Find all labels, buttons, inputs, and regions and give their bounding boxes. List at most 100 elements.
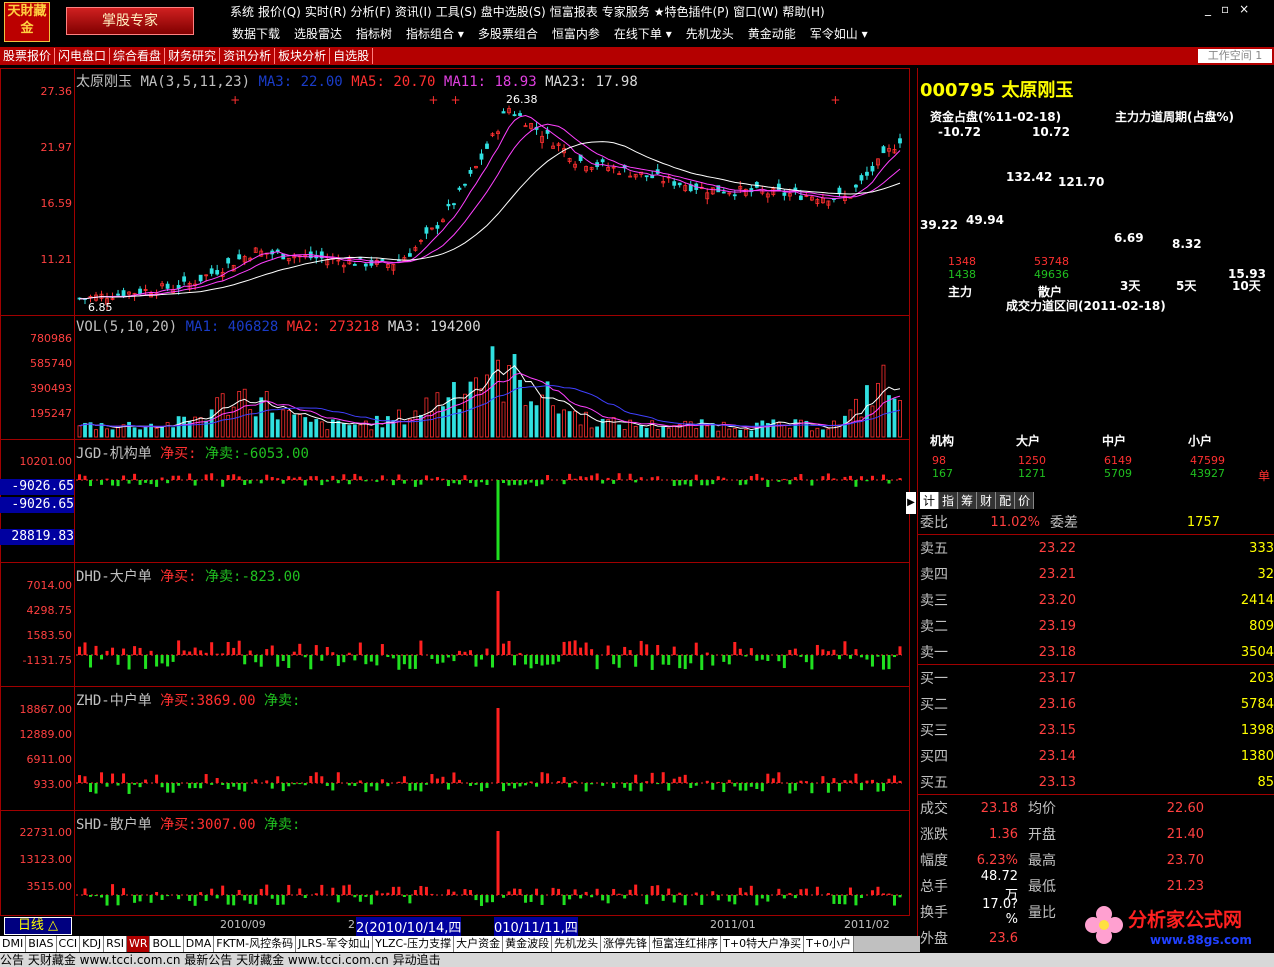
flow-bar bbox=[204, 652, 208, 655]
buy-price: 23.15 bbox=[1038, 722, 1076, 738]
quote-tab[interactable]: 指 bbox=[939, 492, 959, 509]
quote-tab[interactable]: 财 bbox=[977, 492, 997, 509]
nav-tab[interactable]: 财务研究 bbox=[165, 48, 221, 64]
indicator-tab[interactable]: YLZC-压力支撑 bbox=[373, 936, 455, 952]
menu-item[interactable]: 实时(R) bbox=[305, 3, 347, 19]
indicator-tab[interactable]: WR bbox=[126, 936, 151, 952]
buy-volume: 1380 bbox=[1240, 748, 1274, 764]
quote-tab[interactable]: 筹 bbox=[958, 492, 978, 509]
menu-item[interactable]: 报价(Q) bbox=[258, 3, 301, 19]
toolbar-button[interactable]: 恒富内参 bbox=[552, 25, 600, 42]
flow-bar bbox=[166, 480, 170, 484]
nav-tab[interactable]: 板块分析 bbox=[275, 48, 331, 64]
volume-bar bbox=[644, 428, 649, 438]
period-button[interactable]: 日线 △ bbox=[4, 917, 72, 935]
menu-item[interactable]: 专家服务 bbox=[602, 3, 650, 19]
expert-title-button[interactable]: 掌股专家 bbox=[66, 7, 194, 35]
indicator-tab[interactable]: FKTM-风控条码 bbox=[214, 936, 297, 952]
restore-button[interactable]: ▫ bbox=[1221, 2, 1229, 16]
toolbar-button[interactable]: 在线下单 ▾ bbox=[614, 25, 672, 42]
quote-tab[interactable]: 价 bbox=[1015, 492, 1035, 509]
menu-item[interactable]: 帮助(H) bbox=[782, 3, 824, 19]
indicator-tab[interactable]: DMA bbox=[183, 936, 215, 952]
menu-item[interactable]: 盘中选股(S) bbox=[481, 3, 546, 19]
menu-item[interactable]: 资讯(I) bbox=[395, 3, 432, 19]
flow-bar bbox=[94, 895, 98, 897]
flow-bar bbox=[94, 645, 98, 655]
flow-bar bbox=[568, 783, 572, 788]
workspace-selector[interactable]: 工作空间 1 bbox=[1198, 49, 1272, 63]
flow-bar bbox=[259, 888, 263, 895]
nav-tab[interactable]: 自选股 bbox=[330, 48, 374, 64]
flow-bar bbox=[562, 895, 566, 906]
sell-row: 卖一 23.18 3504 bbox=[920, 639, 1274, 665]
toolbar-button[interactable]: 指标组合 ▾ bbox=[406, 25, 464, 42]
minimize-button[interactable]: _ bbox=[1205, 2, 1211, 16]
flow-bar bbox=[865, 655, 869, 660]
indicator-tab[interactable]: T+0特大户净买 bbox=[721, 936, 805, 952]
menu-item[interactable]: 分析(F) bbox=[351, 3, 391, 19]
flow-bar bbox=[452, 772, 456, 783]
toolbar-button[interactable]: 选股雷达 bbox=[294, 25, 342, 42]
flow-bar bbox=[287, 783, 291, 787]
flow-bar bbox=[848, 475, 852, 480]
flow-bar bbox=[557, 888, 561, 895]
volume-bar bbox=[270, 412, 275, 438]
flow-bar bbox=[887, 480, 891, 484]
indicator-tab[interactable]: 恒富连红排序 bbox=[650, 936, 722, 952]
nav-tab[interactable]: 综合看盘 bbox=[110, 48, 166, 64]
volume-bar bbox=[297, 414, 302, 438]
indicator-tab[interactable]: DMI bbox=[0, 936, 27, 952]
toolbar-button[interactable]: 多股票组合 bbox=[478, 25, 538, 42]
indicator-tab[interactable]: 涨停先锋 bbox=[601, 936, 651, 952]
nav-tab[interactable]: 闪电盘口 bbox=[55, 48, 111, 64]
flow-bar bbox=[391, 886, 395, 895]
menu-item[interactable]: 窗口(W) bbox=[733, 3, 778, 19]
quote-tab[interactable]: 计 bbox=[920, 492, 940, 509]
volume-bar bbox=[540, 394, 544, 438]
y-tick: 780986 bbox=[30, 332, 72, 345]
flow-bar bbox=[540, 772, 544, 783]
indicator-tab[interactable]: 大户资金 bbox=[454, 936, 504, 952]
indicator-tab[interactable]: T+0小户 bbox=[804, 936, 855, 952]
toolbar-button[interactable]: 数据下载 bbox=[232, 25, 280, 42]
menu-item[interactable]: 系统 bbox=[230, 3, 254, 19]
collapse-arrow-icon[interactable]: ▶ bbox=[906, 492, 916, 514]
dhd-title: DHD-大户单 净买: 净卖:-823.00 bbox=[76, 569, 301, 585]
indicator-tab[interactable]: RSI bbox=[104, 936, 127, 952]
flow-bar bbox=[595, 888, 599, 895]
menu-item[interactable]: 工具(S) bbox=[436, 3, 477, 19]
toolbar-button[interactable]: 指标树 bbox=[356, 25, 392, 42]
flow-bar bbox=[755, 473, 759, 480]
close-button[interactable]: × bbox=[1239, 2, 1249, 16]
quote-tab[interactable]: 配 bbox=[996, 492, 1016, 509]
indicator-tab[interactable]: BIAS bbox=[26, 936, 57, 952]
candlesticks bbox=[77, 105, 902, 311]
indicator-tab[interactable]: 黄金波段 bbox=[503, 936, 553, 952]
flow-bar bbox=[562, 641, 566, 655]
menu-item[interactable]: 恒富报表 bbox=[550, 3, 598, 19]
fund-label: 主力 bbox=[948, 285, 973, 299]
flow-bar bbox=[810, 783, 814, 794]
candle-body bbox=[501, 111, 506, 114]
indicator-tab[interactable]: JLRS-军令如山 bbox=[296, 936, 374, 952]
stat-value: 23.70 bbox=[1166, 852, 1204, 868]
price-chart-canvas[interactable]: + + + + bbox=[76, 69, 909, 915]
toolbar-button[interactable]: 黄金动能 bbox=[748, 25, 796, 42]
flow-bar bbox=[397, 655, 401, 670]
toolbar-button[interactable]: 先机龙头 bbox=[686, 25, 734, 42]
nav-tab[interactable]: 资讯分析 bbox=[220, 48, 276, 64]
nav-tab[interactable]: 股票报价 bbox=[0, 48, 56, 64]
toolbar-button[interactable]: 军令如山 ▾ bbox=[810, 25, 868, 42]
flow-bar bbox=[689, 783, 693, 788]
candle-body bbox=[446, 203, 451, 207]
indicator-tab[interactable]: 先机龙头 bbox=[552, 936, 602, 952]
menu-item[interactable]: ★特色插件(P) bbox=[654, 3, 729, 19]
indicator-tab[interactable]: KDJ bbox=[80, 936, 105, 952]
indicator-tab[interactable]: BOLL bbox=[150, 936, 184, 952]
candle-body bbox=[672, 181, 677, 186]
indicator-tab[interactable]: CCI bbox=[56, 936, 81, 952]
volume-bar bbox=[617, 424, 622, 438]
flow-bar bbox=[496, 708, 500, 783]
volume-bar bbox=[352, 424, 357, 438]
